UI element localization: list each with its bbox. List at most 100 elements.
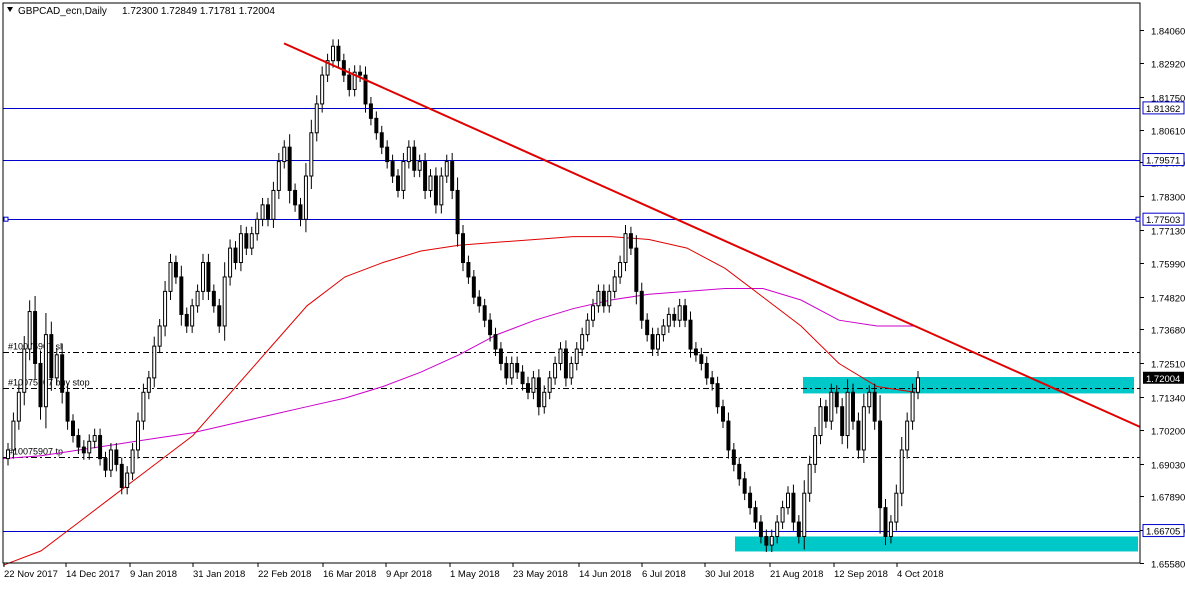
- candle[interactable]: [455, 189, 460, 235]
- candle[interactable]: [899, 449, 904, 494]
- candle[interactable]: [580, 334, 585, 350]
- candle[interactable]: [179, 276, 184, 315]
- candle[interactable]: [910, 391, 915, 422]
- candle[interactable]: [244, 233, 249, 249]
- candle[interactable]: [883, 507, 888, 537]
- candle[interactable]: [228, 247, 233, 278]
- candle[interactable]: [601, 290, 606, 307]
- candle[interactable]: [780, 507, 785, 523]
- candle[interactable]: [450, 161, 455, 191]
- candle[interactable]: [11, 420, 16, 451]
- candle[interactable]: [699, 354, 704, 364]
- candle[interactable]: [645, 319, 650, 336]
- candle[interactable]: [76, 435, 81, 448]
- candle[interactable]: [688, 319, 693, 350]
- candle[interactable]: [466, 262, 471, 278]
- candle[interactable]: [6, 449, 10, 460]
- candle[interactable]: [119, 463, 124, 488]
- candle[interactable]: [114, 449, 119, 465]
- candle[interactable]: [65, 391, 70, 422]
- candle[interactable]: [867, 391, 872, 408]
- candle[interactable]: [748, 492, 753, 509]
- candle[interactable]: [829, 391, 834, 422]
- candle[interactable]: [309, 132, 314, 177]
- candle[interactable]: [163, 290, 168, 327]
- candle[interactable]: [731, 449, 736, 465]
- candle[interactable]: [60, 354, 65, 393]
- candle[interactable]: [428, 175, 433, 191]
- candle[interactable]: [461, 233, 465, 264]
- candle[interactable]: [87, 440, 92, 454]
- line-handle-right[interactable]: [1135, 216, 1141, 222]
- candle[interactable]: [271, 189, 276, 220]
- candle[interactable]: [807, 463, 812, 494]
- candle[interactable]: [639, 290, 644, 321]
- candle[interactable]: [477, 296, 482, 307]
- candle[interactable]: [721, 406, 725, 422]
- candle[interactable]: [786, 492, 790, 509]
- candle[interactable]: [206, 262, 211, 292]
- candle[interactable]: [558, 348, 563, 364]
- candle[interactable]: [894, 492, 899, 523]
- candle[interactable]: [347, 74, 352, 91]
- candle[interactable]: [650, 334, 655, 350]
- candle[interactable]: [217, 305, 222, 327]
- candle[interactable]: [439, 175, 444, 206]
- candle[interactable]: [412, 146, 417, 171]
- candle[interactable]: [596, 290, 601, 307]
- candle[interactable]: [396, 175, 400, 191]
- candle[interactable]: [607, 290, 612, 307]
- candle[interactable]: [184, 313, 189, 327]
- candle[interactable]: [916, 377, 920, 393]
- candle[interactable]: [320, 74, 325, 105]
- candle[interactable]: [818, 406, 823, 437]
- candle[interactable]: [385, 146, 390, 163]
- candle[interactable]: [276, 161, 281, 191]
- candle[interactable]: [108, 449, 113, 471]
- candle[interactable]: [190, 305, 195, 327]
- candle[interactable]: [834, 391, 839, 408]
- candle[interactable]: [287, 146, 292, 191]
- candle[interactable]: [526, 383, 530, 393]
- candle[interactable]: [423, 161, 428, 191]
- candle[interactable]: [618, 262, 623, 278]
- candle[interactable]: [157, 325, 162, 347]
- candle[interactable]: [233, 247, 238, 264]
- candle[interactable]: [401, 161, 406, 191]
- candle[interactable]: [591, 305, 595, 321]
- candle[interactable]: [634, 247, 639, 292]
- candle[interactable]: [222, 276, 227, 327]
- candle[interactable]: [146, 377, 151, 393]
- chart-canvas[interactable]: #10075907 sl#10075907 buy stop#10075907 …: [0, 0, 1185, 584]
- candle[interactable]: [878, 420, 883, 509]
- candle[interactable]: [845, 391, 850, 437]
- candle[interactable]: [211, 290, 216, 307]
- candle[interactable]: [840, 406, 845, 437]
- candle[interactable]: [656, 334, 660, 350]
- candle[interactable]: [38, 362, 43, 408]
- candle[interactable]: [493, 334, 498, 350]
- candle[interactable]: [482, 305, 487, 321]
- price-chart[interactable]: #10075907 sl#10075907 buy stop#10075907 …: [0, 0, 1185, 584]
- candle[interactable]: [136, 420, 140, 451]
- candle[interactable]: [368, 103, 373, 119]
- candle[interactable]: [520, 371, 525, 385]
- candle[interactable]: [81, 446, 86, 454]
- candle[interactable]: [813, 435, 818, 465]
- candle[interactable]: [715, 383, 720, 408]
- candle[interactable]: [282, 146, 287, 163]
- candle[interactable]: [802, 492, 807, 537]
- candle[interactable]: [856, 420, 861, 451]
- candle[interactable]: [488, 319, 493, 336]
- candle[interactable]: [569, 362, 574, 379]
- candle[interactable]: [303, 175, 308, 220]
- candle[interactable]: [331, 45, 335, 62]
- candle[interactable]: [888, 521, 893, 537]
- candle[interactable]: [201, 262, 205, 292]
- candle[interactable]: [358, 71, 363, 76]
- candle[interactable]: [791, 492, 796, 523]
- candle[interactable]: [769, 535, 774, 546]
- candle[interactable]: [195, 290, 200, 307]
- candle[interactable]: [152, 345, 157, 379]
- candle[interactable]: [314, 103, 319, 134]
